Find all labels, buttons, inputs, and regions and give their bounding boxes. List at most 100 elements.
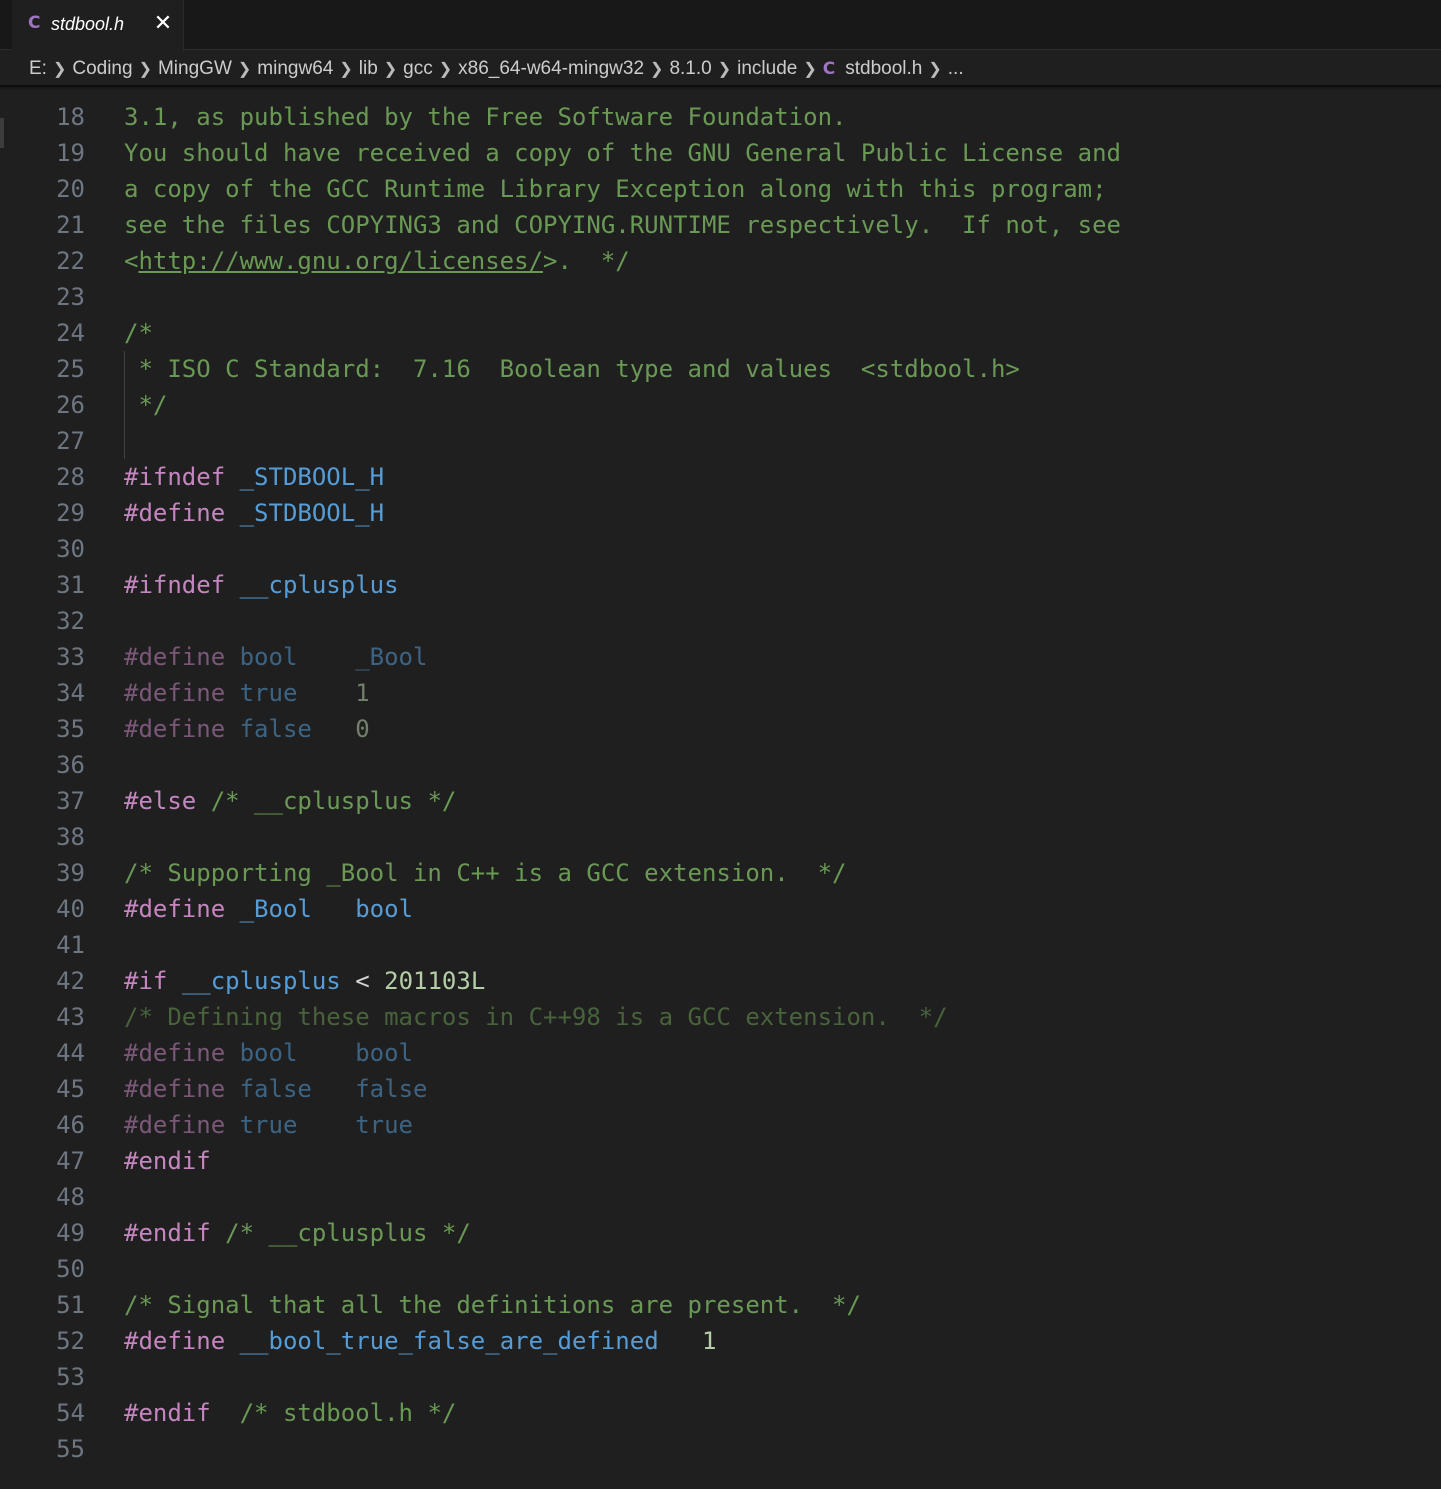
code-token: bool (239, 643, 298, 671)
line-number: 35 (56, 715, 85, 743)
code-editor[interactable]: 3.1, as published by the Free Software F… (0, 85, 1441, 1489)
breadcrumb-item[interactable]: E: (29, 55, 47, 83)
line-number: 50 (56, 1255, 85, 1283)
tab-label: stdbool.h (51, 14, 125, 34)
line-number: 53 (56, 1363, 85, 1391)
close-icon[interactable]: ✕ (148, 7, 178, 41)
breadcrumb-more[interactable]: ... (948, 55, 964, 83)
code-line: 26 */ (0, 387, 1441, 423)
line-number: 38 (56, 823, 85, 851)
code-text: #define false false (124, 1071, 427, 1107)
line-number: 44 (56, 1039, 85, 1067)
breadcrumb-item[interactable]: 8.1.0 (669, 55, 711, 83)
code-token: * ISO C Standard: 7.16 Boolean type and … (124, 355, 1020, 383)
code-token: _Bool (239, 895, 312, 923)
code-text: see the files COPYING3 and COPYING.RUNTI… (124, 207, 1121, 243)
breadcrumb-item[interactable]: Coding (72, 55, 132, 83)
line-number: 48 (56, 1183, 85, 1211)
code-text: a copy of the GCC Runtime Library Except… (124, 171, 1107, 207)
chevron-right-icon: ❯ (383, 61, 398, 78)
code-text: /* Supporting _Bool in C++ is a GCC exte… (124, 855, 846, 891)
code-line: 29 #define _STDBOOL_H (0, 495, 1441, 531)
code-line: 38 (0, 819, 1441, 855)
line-number: 39 (56, 859, 85, 887)
code-line: 44 #define bool bool (0, 1035, 1441, 1071)
gutter-marker (0, 118, 4, 148)
line-number: 28 (56, 463, 85, 491)
code-token: #define (124, 1075, 226, 1103)
code-token: 1 (702, 1327, 717, 1355)
line-number: 52 (56, 1327, 85, 1355)
code-text: #define __bool_true_false_are_defined 1 (124, 1323, 716, 1359)
breadcrumb-item[interactable]: x86_64-w64-mingw32 (458, 55, 644, 83)
line-number: 27 (56, 427, 85, 455)
breadcrumb-item[interactable]: gcc (403, 55, 433, 83)
code-line: 21 see the files COPYING3 and COPYING.RUN… (0, 207, 1441, 243)
code-token: 1 (355, 679, 370, 707)
indent-guide (124, 351, 125, 459)
code-token: #define (124, 643, 226, 671)
code-token: false (355, 1075, 428, 1103)
code-text: #ifndef __cplusplus (124, 567, 399, 603)
breadcrumb-item[interactable]: lib (359, 55, 378, 83)
chevron-right-icon: ❯ (138, 61, 152, 78)
code-line: 54 #endif /* stdbool.h */ (0, 1395, 1441, 1431)
chevron-right-icon: ❯ (803, 61, 817, 78)
code-line: 28 #ifndef _STDBOOL_H (0, 459, 1441, 495)
code-line: 20 a copy of the GCC Runtime Library Exce… (0, 171, 1441, 207)
code-token: /* __cplusplus */ (210, 1219, 471, 1247)
code-token: #define (124, 1039, 226, 1067)
code-line: 32 (0, 603, 1441, 639)
code-line: 41 (0, 927, 1441, 963)
code-text: */ (124, 387, 167, 423)
code-token: bool (239, 1039, 298, 1067)
breadcrumb-file[interactable]: stdbool.h (845, 55, 922, 83)
editor-tab-bar: C stdbool.h ✕ (0, 0, 1441, 51)
code-token[interactable]: http://www.gnu.org/licenses/ (138, 247, 543, 275)
line-number: 55 (56, 1435, 85, 1463)
code-token: #else (124, 787, 197, 815)
breadcrumb-item[interactable]: MingGW (158, 55, 232, 83)
line-number: 47 (56, 1147, 85, 1175)
chevron-right-icon: ❯ (717, 61, 732, 78)
code-text: /* (124, 315, 153, 351)
code-token: #endif (124, 1219, 211, 1247)
code-line: 24 /* (0, 315, 1441, 351)
line-number: 54 (56, 1399, 85, 1427)
line-number: 18 (56, 103, 85, 131)
scroll-shadow (0, 85, 1441, 90)
line-number: 34 (56, 679, 85, 707)
line-number: 46 (56, 1111, 85, 1139)
code-token: false (239, 1075, 312, 1103)
line-number: 22 (56, 247, 85, 275)
code-token: #endif (124, 1399, 211, 1427)
line-number: 26 (56, 391, 85, 419)
code-token: /* Signal that all the definitions are p… (124, 1291, 861, 1319)
code-token: 201103L (384, 967, 486, 995)
code-token: __cplusplus (181, 967, 341, 995)
line-number: 19 (56, 139, 85, 167)
line-number: 32 (56, 607, 85, 635)
code-line: 25 * ISO C Standard: 7.16 Boolean type a… (0, 351, 1441, 387)
code-text: #endif (124, 1143, 211, 1179)
code-token: /* (124, 319, 153, 347)
code-token: #if (124, 967, 168, 995)
breadcrumb-item[interactable]: include (737, 55, 797, 83)
code-token: */ (124, 391, 168, 419)
tab-stdbool-h[interactable]: C stdbool.h ✕ (12, 0, 184, 51)
code-text: #if __cplusplus < 201103L (124, 963, 485, 999)
code-text: #define bool _Bool (124, 639, 427, 675)
code-line: 23 (0, 279, 1441, 315)
code-token: true (355, 1111, 413, 1139)
breadcrumb-item[interactable]: mingw64 (257, 55, 333, 83)
